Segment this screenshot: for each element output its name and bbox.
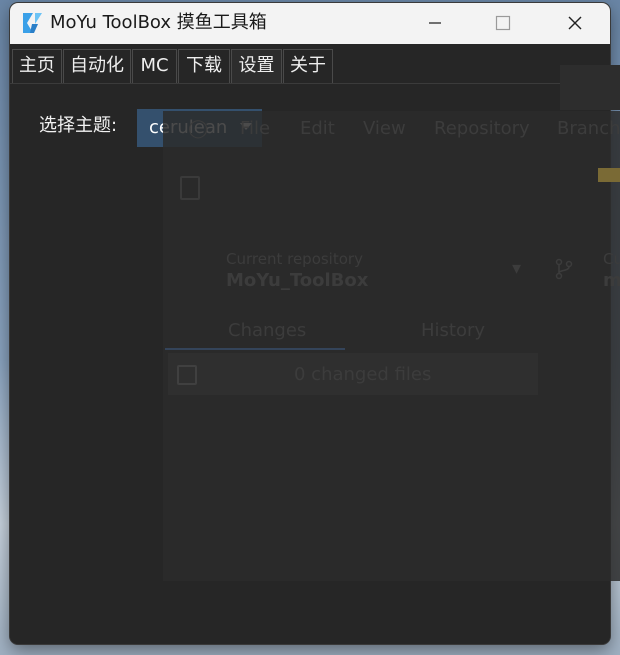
tab-download[interactable]: 下载 bbox=[178, 49, 230, 83]
bg-menu-branch: Branch bbox=[557, 118, 620, 139]
maximize-icon bbox=[495, 15, 511, 31]
minimize-icon bbox=[429, 22, 441, 24]
bg-branch-label: Cu bbox=[603, 250, 620, 268]
close-button[interactable] bbox=[552, 3, 598, 43]
maximize-button[interactable] bbox=[480, 3, 526, 43]
moyu-logo-icon bbox=[20, 11, 44, 35]
close-icon bbox=[568, 16, 582, 30]
tab-bar: 主页 自动化 MC 下载 设置 关于 bbox=[10, 45, 610, 84]
tab-settings[interactable]: 设置 bbox=[231, 49, 282, 83]
tab-automation[interactable]: 自动化 bbox=[63, 49, 131, 83]
bg-menu-view: View bbox=[363, 118, 406, 139]
bg-repo-chevron-icon: ▾ bbox=[512, 258, 522, 279]
bg-branch-value: m bbox=[603, 270, 620, 291]
bg-menu-edit: Edit bbox=[300, 118, 335, 139]
bg-current-repo-label: Current repository bbox=[226, 250, 363, 268]
bg-current-repo-value: MoYu_ToolBox bbox=[226, 270, 369, 291]
checkbox-icon bbox=[177, 365, 197, 385]
repository-icon bbox=[180, 176, 200, 200]
bg-tab-underline bbox=[165, 348, 345, 350]
branch-icon bbox=[555, 258, 573, 280]
bg-menu-repository: Repository bbox=[434, 118, 530, 139]
tab-mc[interactable]: MC bbox=[132, 49, 177, 83]
bg-tab-changes: Changes bbox=[228, 320, 307, 341]
bg-menu-file: File bbox=[240, 118, 271, 139]
github-icon: ◯ bbox=[188, 118, 209, 139]
bg-tab-history: History bbox=[421, 320, 486, 341]
tab-about[interactable]: 关于 bbox=[283, 49, 333, 83]
bg-changed-files: 0 changed files bbox=[294, 364, 432, 385]
title-bar[interactable]: MoYu ToolBox 摸鱼工具箱 bbox=[10, 3, 610, 44]
window-title: MoYu ToolBox 摸鱼工具箱 bbox=[50, 12, 267, 33]
folder-icon bbox=[598, 168, 620, 182]
theme-label: 选择主题: bbox=[39, 115, 118, 136]
background-window-corner bbox=[560, 65, 620, 110]
tab-home[interactable]: 主页 bbox=[12, 49, 62, 83]
minimize-button[interactable] bbox=[412, 3, 458, 43]
background-window bbox=[163, 111, 620, 581]
